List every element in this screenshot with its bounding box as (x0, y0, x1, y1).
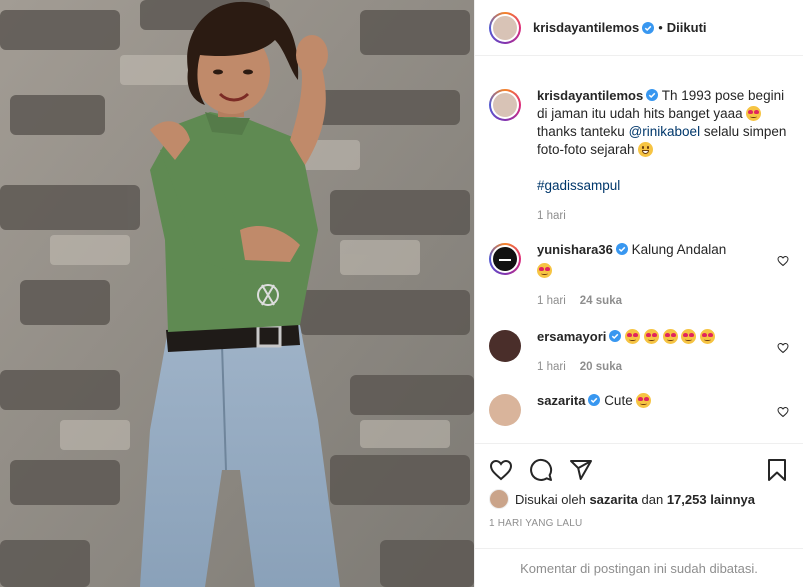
liker-avatar[interactable] (489, 489, 509, 509)
commenter-avatar[interactable] (489, 394, 521, 426)
star-struck-emoji-icon (643, 329, 659, 344)
hashtag-link[interactable]: #gadissampul (537, 178, 620, 193)
comment-like-heart-icon[interactable] (777, 342, 789, 354)
comment-likes-count[interactable]: 24 suka (580, 292, 622, 310)
commenter-username[interactable]: ersamayori (537, 329, 606, 344)
commenter-avatar[interactable] (489, 330, 521, 362)
post-timestamp[interactable]: 1 HARI YANG LALU (475, 518, 803, 529)
photo-illustration (0, 0, 474, 587)
star-struck-emoji-icon (625, 329, 641, 344)
comment-item: ersamayori 1 hari 20 suka (489, 328, 789, 376)
star-struck-emoji-icon (662, 329, 678, 344)
liker-username[interactable]: sazarita (589, 492, 637, 507)
following-button[interactable]: Diikuti (667, 20, 707, 35)
post-photo[interactable] (0, 0, 474, 587)
comment-text: Cute (604, 393, 633, 408)
post-actions-section: Disukai oleh sazarita dan 17,253 lainnya… (475, 443, 803, 576)
author-username[interactable]: krisdayantilemos (533, 20, 639, 35)
caption-username[interactable]: krisdayantilemos (537, 88, 643, 103)
verified-badge-icon (615, 243, 628, 255)
commenter-username[interactable]: sazarita (537, 393, 585, 408)
star-struck-emoji-icon (636, 393, 652, 408)
comment-like-heart-icon[interactable] (777, 255, 789, 267)
verified-badge-icon (642, 21, 655, 34)
heart-icon[interactable] (489, 458, 513, 482)
comment-like-heart-icon[interactable] (777, 406, 789, 418)
likes-joiner: dan (641, 491, 664, 507)
smiling-hearts-emoji-icon (746, 106, 762, 121)
instagram-post: krisdayantilemos • Diikuti krisdayantile… (0, 0, 803, 587)
star-struck-emoji-icon (681, 329, 697, 344)
comment-text: Kalung Andalan (631, 242, 727, 257)
comment-item: yunishara36 Kalung Andalan 1 hari 24 suk… (489, 241, 789, 310)
post-header: krisdayantilemos • Diikuti (475, 0, 803, 56)
paper-plane-icon[interactable] (569, 458, 593, 482)
comments-list[interactable]: krisdayantilemos Th 1993 pose begini di … (475, 57, 803, 442)
likes-count[interactable]: 17,253 lainnya (667, 492, 755, 507)
caption-timestamp[interactable]: 1 hari (537, 207, 566, 225)
verified-badge-icon (609, 330, 622, 342)
caption-author-avatar[interactable] (489, 89, 521, 121)
likes-summary: Disukai oleh sazarita dan 17,253 lainnya (475, 488, 803, 510)
star-struck-emoji-icon (700, 329, 716, 344)
comment-likes-count[interactable]: 20 suka (580, 358, 622, 376)
bookmark-icon[interactable] (765, 458, 789, 482)
commenter-avatar[interactable] (489, 243, 521, 275)
verified-badge-icon (588, 394, 601, 406)
mention-link[interactable]: @rinikaboel (629, 124, 701, 139)
caption: krisdayantilemos Th 1993 pose begini di … (489, 87, 789, 225)
star-struck-emoji-icon (537, 263, 552, 278)
comment-emoji-row (625, 329, 716, 344)
verified-badge-icon (646, 89, 659, 101)
commenter-username[interactable]: yunishara36 (537, 242, 613, 257)
author-avatar[interactable] (489, 11, 521, 44)
comments-disabled-notice: Komentar di postingan ini sudah dibatasi… (475, 548, 803, 587)
post-side-panel: krisdayantilemos • Diikuti krisdayantile… (474, 0, 803, 587)
likes-prefix: Disukai oleh (515, 491, 586, 507)
caption-text-thanks: thanks tanteku (537, 124, 625, 139)
comment-timestamp[interactable]: 1 hari (537, 292, 566, 310)
comment-timestamp[interactable]: 1 hari (537, 358, 566, 376)
header-separator: • (658, 20, 663, 35)
comment-icon[interactable] (529, 458, 553, 482)
comment-item: sazarita Cute (489, 392, 789, 426)
grinning-emoji-icon (638, 142, 654, 157)
